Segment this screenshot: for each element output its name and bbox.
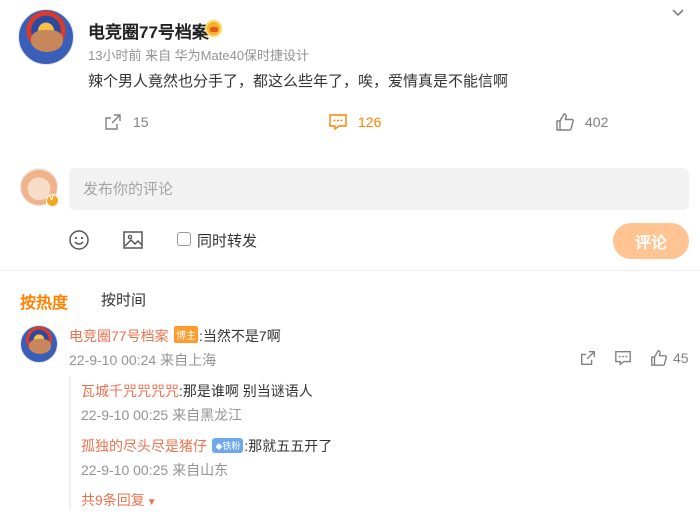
expand-label: 共9条回复 (81, 492, 145, 508)
reply-line: 孤独的尽头尽是猪仔 ◆铁粉:那就五五开了 (81, 436, 332, 456)
caret-down-icon: ▼ (146, 497, 157, 508)
commenter-avatar[interactable] (20, 325, 58, 363)
post-text: 辣个男人竟然也分手了，都这么些年了，唉，爱情真是不能信啊 (88, 73, 509, 90)
image-icon[interactable] (122, 229, 144, 251)
thumbs-up-icon (556, 113, 574, 131)
repost-count: 15 (133, 114, 149, 130)
repost-icon (105, 114, 121, 130)
fan-badge: ◆铁粉 (212, 438, 244, 453)
tab-sort-time[interactable]: 按时间 (101, 289, 146, 310)
emoji-icon[interactable] (68, 229, 90, 251)
tab-sort-hot[interactable]: 按热度 (20, 289, 68, 313)
expand-replies-link[interactable]: 共9条回复 ▼ (81, 490, 157, 510)
comment-like-count: 45 (673, 350, 689, 366)
reply-text: :那就五五开了 (244, 438, 333, 454)
repost-label[interactable]: 同时转发 (197, 230, 257, 251)
reply-text: :那是谁啊 别当谜语人 (179, 383, 313, 399)
repost-icon[interactable] (579, 349, 597, 367)
thumbs-up-icon[interactable] (650, 349, 668, 367)
reply-line: 瓦城千咒咒咒咒:那是谁啊 别当谜语人 (81, 381, 313, 401)
reply-meta: 22-9-10 00:25 来自黑龙江 (81, 407, 243, 423)
repost-checkbox[interactable] (177, 232, 191, 246)
comment-icon[interactable] (614, 349, 632, 367)
repost-button[interactable]: 15 (103, 112, 149, 132)
vip-badge-icon (205, 20, 222, 37)
comment-input[interactable] (69, 168, 689, 210)
comment-button[interactable]: 126 (328, 112, 381, 132)
post-meta: 13小时前 来自 华为Mate40保时捷设计 (88, 48, 310, 63)
reply-meta: 22-9-10 00:25 来自山东 (81, 462, 229, 478)
comment-meta: 22-9-10 00:24 来自上海 (69, 352, 217, 368)
comment-count: 126 (358, 114, 382, 130)
author-avatar[interactable] (18, 9, 74, 65)
divider (0, 270, 700, 271)
reply-thread-bar (69, 376, 71, 510)
reply-author[interactable]: 孤独的尽头尽是猪仔 (81, 438, 207, 454)
blogger-badge: 博主 (174, 326, 199, 343)
verified-icon (46, 192, 59, 207)
comment-icon (329, 114, 347, 131)
like-count: 402 (585, 114, 609, 130)
chevron-down-icon[interactable] (671, 6, 685, 20)
commenter-name[interactable]: 电竞圈77号档案 (69, 328, 169, 344)
like-button[interactable]: 402 (555, 112, 608, 132)
fan-badge-label: 铁粉 (222, 441, 241, 451)
author-name[interactable]: 电竞圈77号档案 (88, 18, 209, 43)
submit-comment-button[interactable]: 评论 (613, 223, 689, 259)
comment-line: 电竞圈77号档案 博主:当然不是7啊 (69, 326, 281, 346)
reply-author[interactable]: 瓦城千咒咒咒咒 (81, 383, 179, 399)
comment-text: :当然不是7啊 (199, 328, 281, 344)
